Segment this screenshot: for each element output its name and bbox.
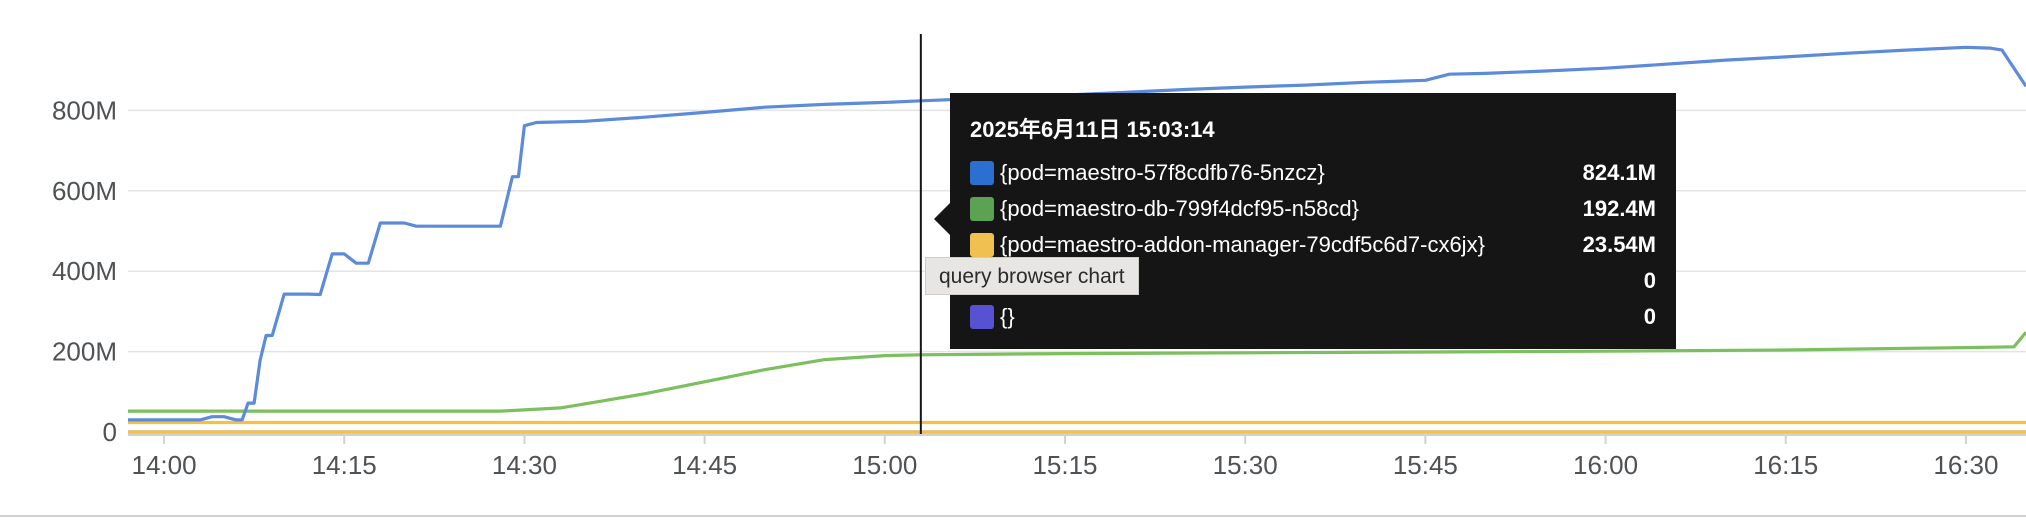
x-tick-label: 14:15 [312, 450, 377, 480]
tooltip-series-name: {} [1000, 304, 1015, 329]
x-tick-label: 16:30 [1933, 450, 1998, 480]
chart-tooltip: 2025年6月11日 15:03:14 {pod=maestro-57f8cdf… [934, 93, 1676, 349]
y-tick-label: 600M [52, 176, 117, 206]
x-tick-label: 14:00 [131, 450, 196, 480]
bottom-divider [0, 515, 2026, 517]
x-tick-label: 16:15 [1753, 450, 1818, 480]
hover-title-label: query browser chart [925, 257, 1139, 295]
y-tick-label: 800M [52, 95, 117, 125]
tooltip-series-name: {pod=maestro-db-799f4dcf95-n58cd} [1000, 196, 1359, 221]
tooltip-timestamp: 2025年6月11日 15:03:14 [970, 117, 1215, 142]
y-tick-label: 400M [52, 256, 117, 286]
x-tick-label: 16:00 [1573, 450, 1638, 480]
tooltip-series-value: 824.1M [1582, 160, 1656, 185]
series-swatch [970, 161, 994, 185]
x-tick-label: 15:45 [1393, 450, 1458, 480]
y-tick-label: 0 [103, 417, 117, 447]
tooltip-row: {pod=maestro-db-799f4dcf95-n58cd} 192.4M [970, 191, 1656, 227]
x-tick-label: 15:15 [1032, 450, 1097, 480]
y-tick-label: 200M [52, 337, 117, 367]
x-tick-label: 14:30 [492, 450, 557, 480]
tooltip-series-value: 0 [1643, 268, 1656, 293]
x-tick-label: 15:30 [1213, 450, 1278, 480]
tooltip-series-name: {pod=maestro-addon-manager-79cdf5c6d7-cx… [1000, 232, 1485, 257]
series-swatch [970, 305, 994, 329]
tooltip-series-value: 23.54M [1582, 232, 1656, 257]
tooltip-series-value: 192.4M [1582, 196, 1656, 221]
tooltip-pointer [934, 203, 950, 235]
tooltip-series-name: {pod=maestro-57f8cdfb76-5nzcz} [1000, 160, 1325, 185]
x-tick-label: 15:00 [852, 450, 917, 480]
x-axis: 14:00 14:15 14:30 14:45 15:00 15:15 15:30 15:45… [128, 434, 2026, 480]
x-tick-label: 14:45 [672, 450, 737, 480]
tooltip-row: {} 0 [970, 299, 1656, 335]
tooltip-row: {pod=maestro-57f8cdfb76-5nzcz} 824.1M [970, 155, 1656, 191]
series-swatch [970, 233, 994, 257]
tooltip-series-value: 0 [1643, 304, 1656, 329]
series-swatch [970, 197, 994, 221]
y-axis: 0 200M 400M 600M 800M [52, 95, 117, 447]
tooltip-rows: {pod=maestro-57f8cdfb76-5nzcz} 824.1M {pod… [970, 155, 1656, 335]
